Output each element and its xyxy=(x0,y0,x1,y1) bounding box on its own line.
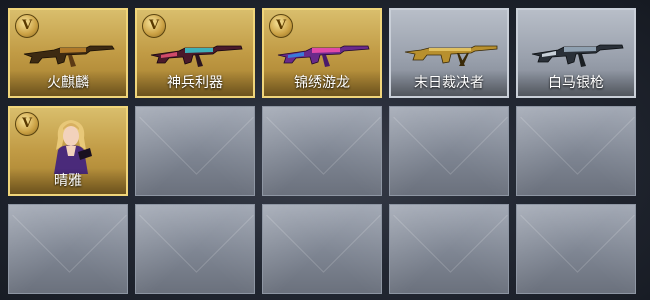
inventory-slot-2[interactable]: V 神兵利器 xyxy=(135,8,255,98)
rifle-icon xyxy=(531,44,624,67)
item-name: 神兵利器 xyxy=(137,70,253,96)
machine-gun-icon xyxy=(404,45,498,66)
item-name: 晴雅 xyxy=(10,168,126,194)
inventory-slot-6[interactable]: V 晴雅 xyxy=(8,106,128,196)
item-name: 白马银枪 xyxy=(518,70,634,96)
item-name: 火麒麟 xyxy=(10,70,126,96)
rifle-icon xyxy=(150,45,243,67)
inventory-slot-15[interactable] xyxy=(516,204,636,294)
inventory-slot-8[interactable] xyxy=(262,106,382,196)
inventory-slot-5[interactable]: 白马银枪 xyxy=(516,8,636,98)
item-name: 锦绣游龙 xyxy=(264,70,380,96)
rifle-icon xyxy=(23,45,115,67)
inventory-slot-1[interactable]: V 火麒麟 xyxy=(8,8,128,98)
inventory-grid: V 火麒麟 V 神兵利器 V 锦绣游龙 末日裁决者 白马银枪 V 晴雅 xyxy=(8,8,636,294)
inventory-slot-3[interactable]: V 锦绣游龙 xyxy=(262,8,382,98)
vip-badge-icon: V xyxy=(15,112,39,136)
vip-badge-icon: V xyxy=(15,14,39,38)
inventory-slot-11[interactable] xyxy=(8,204,128,294)
vip-badge-icon: V xyxy=(269,14,293,38)
item-name: 末日裁决者 xyxy=(391,70,507,96)
rifle-icon xyxy=(277,45,370,67)
inventory-slot-13[interactable] xyxy=(262,204,382,294)
inventory-slot-10[interactable] xyxy=(516,106,636,196)
inventory-slot-12[interactable] xyxy=(135,204,255,294)
vip-badge-icon: V xyxy=(142,14,166,38)
inventory-slot-14[interactable] xyxy=(389,204,509,294)
character-portrait-icon xyxy=(54,120,92,174)
inventory-slot-7[interactable] xyxy=(135,106,255,196)
inventory-slot-4[interactable]: 末日裁决者 xyxy=(389,8,509,98)
inventory-slot-9[interactable] xyxy=(389,106,509,196)
